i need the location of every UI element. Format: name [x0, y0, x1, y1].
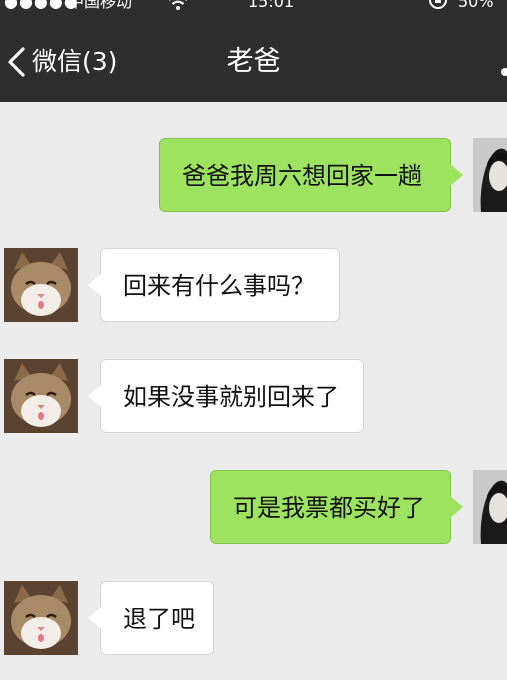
rotation-lock-icon: [429, 0, 447, 9]
cat-avatar-icon: [4, 581, 78, 655]
status-bar: ●●●●● 中国移动 15:01 50%: [0, 0, 507, 16]
message-bubble-outgoing[interactable]: 爸爸我周六想回家一趟: [159, 138, 463, 212]
dad-avatar[interactable]: [4, 359, 78, 433]
my-avatar[interactable]: [473, 138, 507, 212]
message-bubble-incoming[interactable]: 回来有什么事吗？: [88, 248, 340, 322]
cat-avatar-icon: [4, 248, 78, 322]
carrier-label: 中国移动: [68, 0, 133, 11]
person-avatar-icon: [473, 470, 507, 544]
person-avatar-icon: [473, 138, 507, 212]
message-bubble-outgoing[interactable]: 可是我票都买好了: [210, 470, 463, 544]
battery-percentage: 50%: [458, 0, 494, 11]
more-icon[interactable]: [501, 68, 507, 76]
message-bubble-incoming[interactable]: 退了吧: [88, 581, 214, 655]
nav-bar: 微信(3) 老爸: [0, 16, 507, 102]
my-avatar[interactable]: [473, 470, 507, 544]
cat-avatar-icon: [4, 359, 78, 433]
status-time: 15:01: [248, 0, 295, 11]
page-title: 老爸: [226, 46, 281, 77]
dad-avatar[interactable]: [4, 248, 78, 322]
wifi-icon: [169, 0, 187, 10]
dad-avatar[interactable]: [4, 581, 78, 655]
message-bubble-incoming[interactable]: 如果没事就别回来了: [88, 359, 364, 433]
